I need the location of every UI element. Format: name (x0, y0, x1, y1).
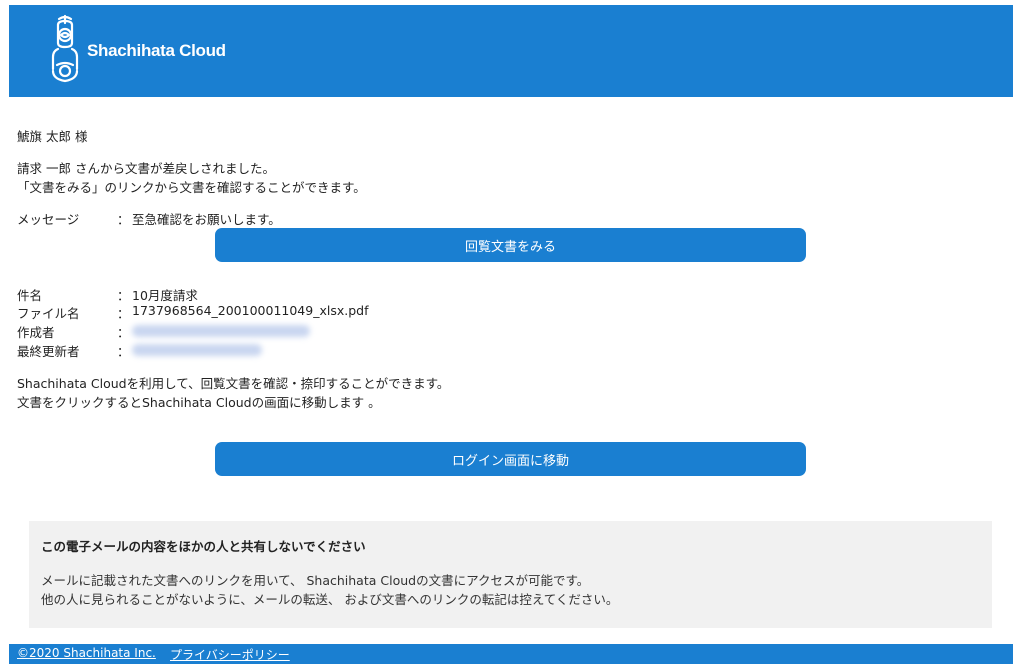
security-notice: この電子メールの内容をほかの人と共有しないでください メールに記載された文書への… (29, 521, 992, 628)
privacy-policy-link[interactable]: プライバシーポリシー (170, 646, 290, 663)
subject-label: 件名 (17, 288, 43, 303)
notice-line-2: 他の人に見られることがないように、メールの転送、 および文書へのリンクの転記は控… (41, 592, 619, 607)
updater-value-redacted (132, 344, 262, 356)
intro-line-1: 請求 一郎 さんから文書が差戻しされました。 (17, 161, 275, 176)
notice-title: この電子メールの内容をほかの人と共有しないでください (41, 539, 366, 554)
greeting: 鯱旗 太郎 様 (17, 129, 88, 144)
footer-bar: ©2020 Shachihata Inc. プライバシーポリシー (9, 644, 1013, 664)
logo-text: Shachihata Cloud (87, 41, 226, 60)
filename-value: 1737968564_200100011049_xlsx.pdf (132, 303, 369, 318)
message-label: メッセージ (17, 212, 80, 227)
info-line-1: Shachihata Cloudを利用して、回覧文書を確認・捺印することができま… (17, 376, 450, 391)
message-value: 至急確認をお願いします。 (132, 212, 281, 227)
info-line-2: 文書をクリックするとShachihata Cloudの画面に移動します 。 (17, 395, 381, 410)
intro-line-2: 「文書をみる」のリンクから文書を確認することができます。 (17, 180, 366, 195)
author-value-redacted (132, 325, 310, 337)
shachihata-logo-icon (51, 14, 79, 83)
header-bar: Shachihata Cloud (9, 5, 1013, 97)
subject-colon: ： (117, 288, 130, 303)
message-colon: ： (117, 212, 130, 227)
updater-label: 最終更新者 (17, 344, 80, 359)
notice-line-1: メールに記載された文書へのリンクを用いて、 Shachihata Cloudの文… (41, 573, 590, 588)
subject-value: 10月度請求 (132, 288, 198, 303)
brand-logo: Shachihata Cloud (49, 13, 226, 89)
author-colon: ： (117, 325, 130, 340)
filename-label: ファイル名 (17, 306, 80, 321)
login-button[interactable]: ログイン画面に移動 (215, 442, 806, 476)
author-label: 作成者 (17, 325, 55, 340)
updater-colon: ： (117, 344, 130, 359)
view-document-button[interactable]: 回覧文書をみる (215, 228, 806, 262)
filename-colon: ： (117, 306, 130, 321)
email-page: Shachihata Cloud 鯱旗 太郎 様 請求 一郎 さんから文書が差戻… (0, 0, 1024, 672)
copyright-link[interactable]: ©2020 Shachihata Inc. (17, 646, 156, 660)
